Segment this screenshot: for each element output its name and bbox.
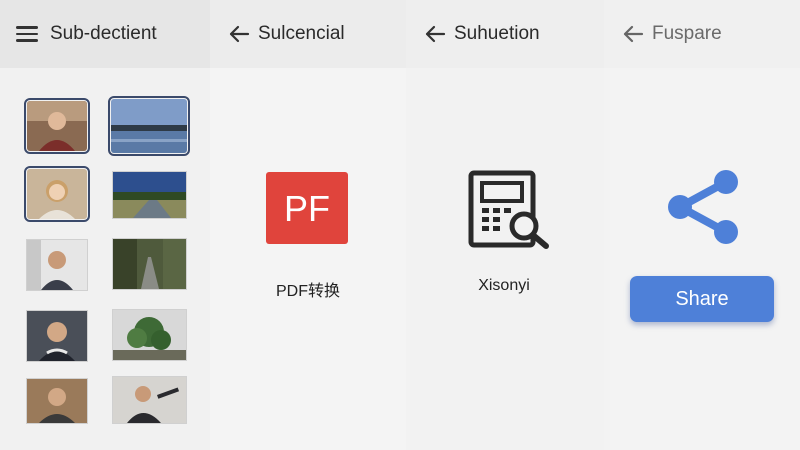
header-title: Suhuetion [454, 23, 540, 44]
share-header: Fuspare [604, 0, 800, 68]
thumbnail-man-portrait[interactable] [26, 378, 88, 424]
thumbnail-river-landscape[interactable] [112, 171, 187, 219]
pdf-header: Sulcencial [210, 0, 406, 68]
share-panel: Fuspare Share [604, 0, 800, 450]
back-arrow-icon[interactable] [226, 21, 252, 47]
gallery-panel: Sub-dectient [0, 0, 210, 450]
back-arrow-icon[interactable] [620, 21, 646, 47]
header-title: Fuspare [652, 23, 722, 44]
scanner-panel: Suhuetion Xisonyi [406, 0, 604, 450]
scanner-header: Suhuetion [406, 0, 604, 68]
header-title: Sulcencial [258, 23, 345, 44]
thumbnail-tree-foliage[interactable] [112, 309, 187, 361]
thumbnail-man-portrait[interactable] [26, 310, 88, 362]
back-arrow-icon[interactable] [422, 21, 448, 47]
app-label: PDF转换 [275, 283, 340, 300]
share-icon[interactable] [664, 168, 742, 246]
thumbnail-road-trees[interactable] [112, 238, 187, 290]
pdf-icon-text: PF [284, 188, 330, 229]
thumbnail-woman-portrait[interactable] [24, 166, 90, 222]
pdf-app-icon[interactable]: PF [266, 172, 348, 244]
document-search-icon[interactable] [468, 170, 552, 250]
app-label: Xisonyi [478, 277, 530, 294]
thumbnail-man-portrait[interactable] [24, 98, 90, 154]
header-title: Sub-dectient [50, 23, 157, 44]
share-button[interactable]: Share [630, 276, 774, 322]
menu-icon[interactable] [16, 22, 40, 46]
thumbnail-lake-landscape[interactable] [108, 96, 190, 156]
pdf-panel: Sulcencial PF PDF转换 [210, 0, 406, 450]
thumbnail-man-portrait[interactable] [112, 376, 187, 424]
gallery-header: Sub-dectient [0, 0, 210, 68]
thumbnail-man-portrait[interactable] [26, 239, 88, 291]
